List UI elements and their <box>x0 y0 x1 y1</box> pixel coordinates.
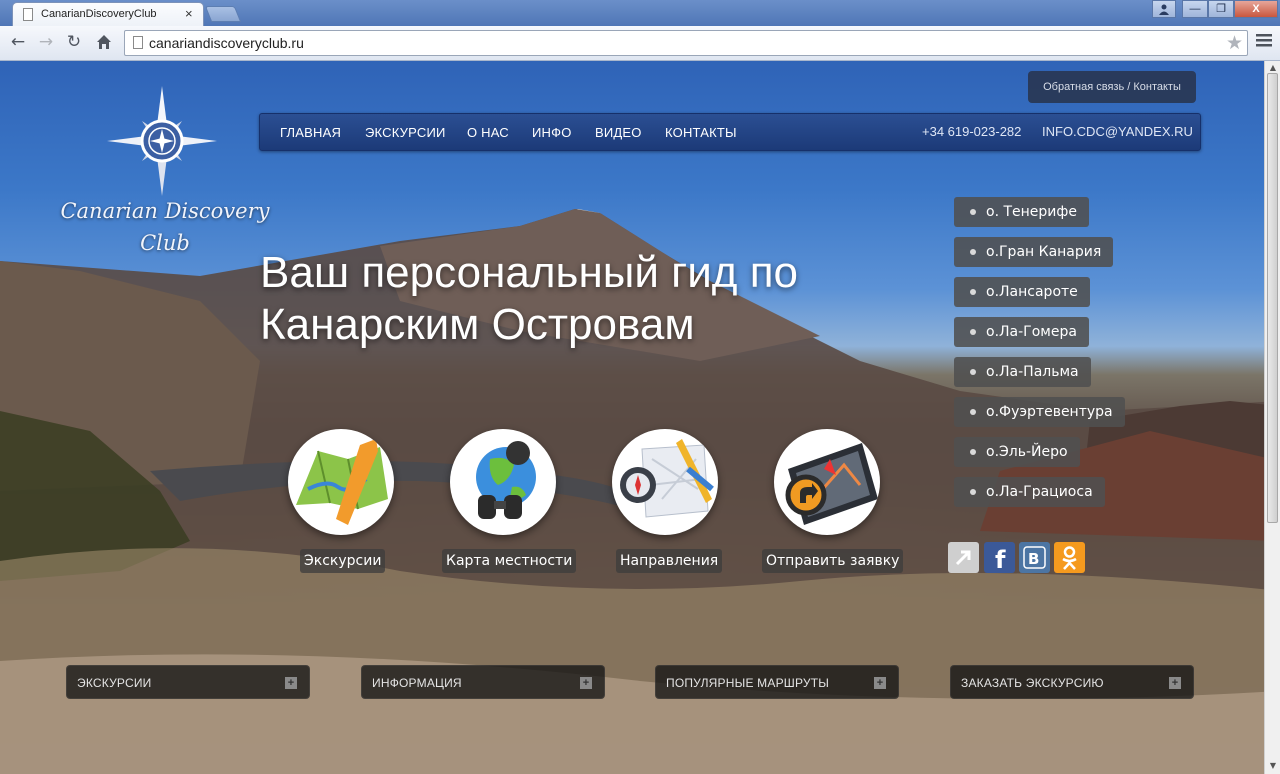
main-navigation: ГЛАВНАЯ ЭКСКУРСИИ О НАС ИНФО ВИДЕО КОНТА… <box>259 113 1201 151</box>
maximize-button[interactable]: ❐ <box>1208 0 1234 18</box>
svg-text:f: f <box>995 546 1006 573</box>
facebook-icon[interactable]: f <box>984 542 1015 574</box>
minimize-button[interactable]: — <box>1182 0 1208 18</box>
headline-line-1: Ваш персональный гид по <box>260 248 798 297</box>
island-item-gran-canaria[interactable]: о.Гран Канария <box>954 237 1114 267</box>
bullet-icon <box>970 449 976 455</box>
scroll-down-icon[interactable]: ▼ <box>1268 761 1278 770</box>
nav-item-about[interactable]: О НАС <box>467 125 509 140</box>
bullet-icon <box>970 329 976 335</box>
page-icon <box>23 8 33 21</box>
bullet-icon <box>970 489 976 495</box>
vkontakte-icon[interactable]: B <box>1019 542 1050 573</box>
bullet-icon <box>970 289 976 295</box>
scroll-up-icon[interactable]: ▲ <box>1268 63 1278 72</box>
island-item-la-graciosa[interactable]: о.Ла-Грациоса <box>954 477 1105 507</box>
close-window-button[interactable]: X <box>1234 0 1278 18</box>
island-label: о. Тенерифе <box>986 204 1077 220</box>
order-excursion-panel[interactable]: ЗАКАЗАТЬ ЭКСКУРСИЮ + <box>950 665 1194 699</box>
home-icon[interactable] <box>94 32 114 52</box>
bullet-icon <box>970 249 976 255</box>
popular-routes-panel[interactable]: ПОПУЛЯРНЫЕ МАРШРУТЫ + <box>655 665 899 699</box>
bullet-icon <box>970 409 976 415</box>
phone-number: +34 619-023-282 <box>922 124 1022 139</box>
page-viewport: Canarian Discovery Club Обратная связь /… <box>0 61 1280 774</box>
forward-arrow-icon[interactable]: → <box>36 32 56 52</box>
browser-window: CanarianDiscoveryClub × — ❐ X ← → ↻ cana… <box>0 0 1280 774</box>
page-headline: Ваш персональный гид по Канарским Остров… <box>260 247 900 351</box>
feedback-link[interactable]: Обратная связь <box>1043 81 1124 93</box>
information-panel[interactable]: ИНФОРМАЦИЯ + <box>361 665 605 699</box>
gps-icon[interactable] <box>774 429 880 535</box>
bar-label: ПОПУЛЯРНЫЕ МАРШРУТЫ <box>666 676 830 690</box>
tab-strip: CanarianDiscoveryClub × — ❐ X <box>0 0 1280 26</box>
island-item-tenerife[interactable]: о. Тенерифе <box>954 197 1089 227</box>
site-logo[interactable]: Canarian Discovery Club <box>60 83 270 255</box>
feedback-separator: / <box>1127 81 1131 93</box>
island-label: о.Гран Канария <box>986 244 1102 260</box>
nav-item-excursions[interactable]: ЭКСКУРСИИ <box>365 125 446 140</box>
headline-line-2: Канарским Островам <box>260 300 695 349</box>
svg-text:B: B <box>1028 550 1039 568</box>
feature-label[interactable]: Карта местности <box>442 549 577 573</box>
contacts-link[interactable]: Контакты <box>1133 81 1181 93</box>
feature-label[interactable]: Направления <box>616 549 723 573</box>
bookmark-star-icon[interactable]: ★ <box>1226 32 1243 54</box>
bullet-icon <box>970 209 976 215</box>
island-label: о.Ла-Гомера <box>986 324 1077 340</box>
excursions-panel[interactable]: ЭКСКУРСИИ + <box>66 665 310 699</box>
logo-text: Canarian Discovery Club <box>60 195 270 259</box>
menu-icon[interactable] <box>1254 32 1274 52</box>
island-item-la-gomera[interactable]: о.Ла-Гомера <box>954 317 1089 347</box>
nav-item-video[interactable]: ВИДЕО <box>595 125 642 140</box>
expand-plus-icon[interactable]: + <box>285 677 297 689</box>
reload-icon[interactable]: ↻ <box>64 32 84 52</box>
island-label: о.Ла-Пальма <box>986 364 1079 380</box>
nav-item-home[interactable]: ГЛАВНАЯ <box>280 125 341 140</box>
island-item-fuerteventura[interactable]: о.Фуэртевентура <box>954 397 1125 427</box>
globe-binoculars-icon[interactable] <box>450 429 556 535</box>
compass-rose-icon <box>107 86 217 196</box>
feature-label[interactable]: Отправить заявку <box>762 549 904 573</box>
expand-plus-icon[interactable]: + <box>874 677 886 689</box>
nav-item-contacts[interactable]: КОНТАКТЫ <box>665 125 737 140</box>
compass-icon[interactable] <box>612 429 718 535</box>
bar-label: ИНФОРМАЦИЯ <box>372 676 462 690</box>
feedback-button: Обратная связь / Контакты <box>1028 71 1196 103</box>
logo-line-1: Canarian Discovery <box>60 199 270 223</box>
tab-active[interactable]: CanarianDiscoveryClub × <box>12 2 204 26</box>
island-item-la-palma[interactable]: о.Ла-Пальма <box>954 357 1091 387</box>
profile-icon[interactable] <box>1152 0 1176 18</box>
island-label: о.Фуэртевентура <box>986 404 1113 420</box>
island-item-el-hierro[interactable]: о.Эль-Йеро <box>954 437 1080 467</box>
feature-label[interactable]: Экскурсии <box>300 549 386 573</box>
logo-line-2: Club <box>140 231 190 255</box>
bullet-icon <box>970 369 976 375</box>
browser-toolbar: ← → ↻ canariandiscoveryclub.ru ★ <box>0 26 1280 61</box>
scrollbar-thumb[interactable] <box>1267 73 1278 523</box>
bar-label: ЗАКАЗАТЬ ЭКСКУРСИЮ <box>961 676 1104 690</box>
new-tab-button[interactable] <box>204 6 242 22</box>
expand-plus-icon[interactable]: + <box>1169 677 1181 689</box>
nav-item-info[interactable]: ИНФО <box>532 125 572 140</box>
vertical-scrollbar[interactable]: ▲ ▼ <box>1264 61 1280 774</box>
share-icon[interactable] <box>948 542 979 573</box>
page-icon <box>133 36 143 49</box>
island-label: о.Ла-Грациоса <box>986 484 1093 500</box>
bar-label: ЭКСКУРСИИ <box>77 676 152 690</box>
back-arrow-icon[interactable]: ← <box>8 32 28 52</box>
tab-title: CanarianDiscoveryClub <box>41 8 157 20</box>
email-link[interactable]: INFO.CDC@YANDEX.RU <box>1042 124 1193 139</box>
url-text[interactable]: canariandiscoveryclub.ru <box>149 35 304 51</box>
address-bar[interactable]: canariandiscoveryclub.ru ★ <box>124 30 1248 56</box>
close-tab-icon[interactable]: × <box>185 6 193 21</box>
island-label: о.Лансароте <box>986 284 1078 300</box>
odnoklassniki-icon[interactable] <box>1054 542 1085 573</box>
map-icon[interactable] <box>288 429 394 535</box>
island-label: о.Эль-Йеро <box>986 444 1068 460</box>
island-item-lanzarote[interactable]: о.Лансароте <box>954 277 1090 307</box>
expand-plus-icon[interactable]: + <box>580 677 592 689</box>
